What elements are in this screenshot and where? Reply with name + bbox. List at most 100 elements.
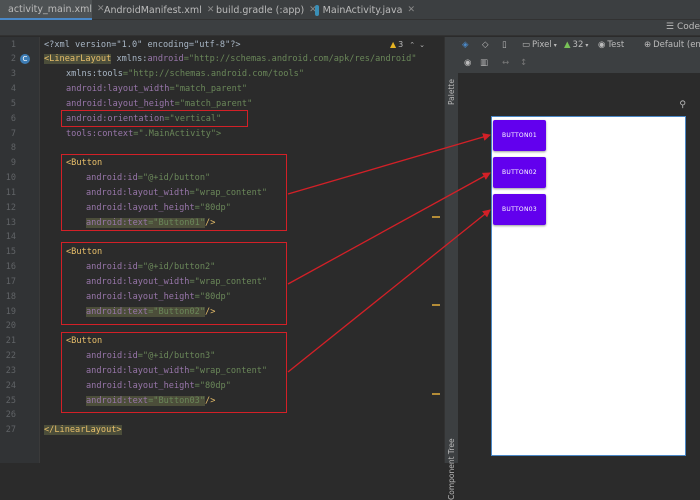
line-number: 12: [5, 203, 16, 213]
layers-icon[interactable]: ◈: [462, 40, 469, 50]
class-gutter-icon[interactable]: C: [20, 54, 30, 64]
attr-name: android:layout_height: [86, 292, 195, 302]
scroll-marker: [432, 304, 440, 306]
eye-icon[interactable]: ◉: [464, 58, 471, 68]
attr-name: android:text: [86, 396, 149, 406]
tab-main-activity[interactable]: MainActivity.java ✕: [315, 0, 415, 20]
theme-icon: ◉: [598, 40, 606, 50]
warning-icon: ▲: [390, 40, 397, 49]
tools-namespace-attr: xmlns:tools: [66, 69, 123, 79]
line-number: 21: [5, 336, 16, 346]
device-preview-screen[interactable]: BUTTON01 BUTTON02 BUTTON03: [491, 116, 686, 456]
line-number: 5: [10, 99, 16, 109]
line-number: 4: [10, 84, 16, 94]
code-line-6: android:orientation="vertical": [66, 112, 221, 126]
device-label: Pixel: [532, 40, 552, 50]
line-number: 2: [10, 54, 16, 64]
vertical-resize-icon[interactable]: ↕: [520, 58, 527, 68]
grid-icon[interactable]: ▥: [480, 58, 488, 68]
line-number: 25: [5, 396, 16, 406]
wrench-icon[interactable]: ⚲: [679, 100, 686, 110]
preview-button-3[interactable]: BUTTON03: [493, 194, 546, 225]
attr-name: android:id: [86, 262, 138, 272]
attr-name: android:layout_width: [66, 84, 170, 94]
code-line-2: <LinearLayout xmlns:android="http://sche…: [44, 52, 417, 66]
tab-build-gradle[interactable]: build.gradle (:app) ✕: [212, 0, 317, 20]
warning-indicator[interactable]: ▲ 3 ⌃ ⌄: [390, 40, 425, 49]
attr-value: ="vertical": [164, 114, 222, 124]
linearlayout-open-tag: <LinearLayout: [44, 54, 112, 64]
attr-name: android:layout_width: [86, 277, 190, 287]
attr-value: ="@+id/button": [137, 173, 211, 183]
locale-selector[interactable]: ⊕ Default (en-: [644, 40, 700, 50]
tab-activity-main[interactable]: activity_main.xml ✕: [0, 0, 105, 20]
code-line-19: android:layout_height="80dp": [86, 290, 231, 304]
code-line-25: android:layout_height="80dp": [86, 379, 231, 393]
tab-android-manifest[interactable]: AndroidManifest.xml ✕: [100, 0, 214, 20]
globe-icon: ⊕: [644, 40, 652, 50]
line-number-gutter: 1 2 3 4 5 6 7 8 9 10 11 12 13 14 15 16 17 18 19 20 21 22 23 24 2…: [0, 37, 40, 463]
code-editor[interactable]: <?xml version="1.0" encoding="utf-8"?> <…: [40, 37, 440, 463]
line-number: 10: [5, 173, 16, 183]
code-line-14: android:text="Button01"/>: [86, 216, 215, 230]
code-line-18: android:layout_width="wrap_content": [86, 275, 267, 289]
code-view-icon: ☰: [665, 22, 674, 32]
code-mode-label: Code: [676, 22, 700, 32]
editor-mode-bar: ☰ Code: [0, 20, 700, 36]
palette-tab[interactable]: Palette: [447, 79, 456, 105]
locale-label: Default (en-: [653, 40, 700, 50]
attr-value: ="Button02": [148, 307, 206, 317]
chevron-down-icon[interactable]: ⌄: [419, 41, 425, 49]
blueprint-icon[interactable]: ◇: [482, 40, 489, 50]
line-number: 15: [5, 247, 16, 257]
attr-value: ="80dp": [194, 292, 231, 302]
theme-selector[interactable]: ◉ Test: [598, 40, 624, 50]
self-close-tag: />: [205, 396, 216, 406]
design-side-strip: Palette Component Tree: [444, 37, 458, 500]
component-tree-tab[interactable]: Component Tree: [447, 438, 456, 500]
editor-scrollbar[interactable]: [428, 37, 440, 463]
attr-name: android:layout_height: [86, 203, 195, 213]
scroll-marker: [432, 393, 440, 395]
line-number: 18: [5, 292, 16, 302]
self-close-tag: />: [205, 307, 216, 317]
device-selector[interactable]: ▭ Pixel ▾: [522, 40, 557, 50]
line-number: 9: [10, 158, 16, 168]
line-number: 16: [5, 262, 16, 272]
java-class-icon: [315, 4, 319, 16]
preview-button-1[interactable]: BUTTON01: [493, 120, 546, 151]
chevron-up-icon[interactable]: ⌃: [409, 41, 415, 49]
button-open-tag: <Button: [66, 336, 103, 346]
code-mode-button[interactable]: ☰ Code: [666, 22, 700, 32]
close-icon[interactable]: ✕: [407, 5, 415, 15]
line-number: 11: [5, 188, 16, 198]
line-number: 8: [10, 143, 16, 153]
line-number: 27: [5, 425, 16, 435]
attr-value: ="Button01": [148, 218, 206, 228]
self-close-tag: />: [205, 218, 216, 228]
scroll-marker: [432, 216, 440, 218]
line-number: 20: [5, 321, 16, 331]
code-line-27: </LinearLayout>: [44, 423, 122, 437]
code-line-7: tools:context=".MainActivity">: [66, 127, 221, 141]
dropdown-icon: ▾: [553, 41, 557, 49]
code-line-11: android:id="@+id/button": [86, 171, 210, 185]
attr-name: android:layout_width: [86, 188, 190, 198]
attr-value: ="80dp": [194, 381, 231, 391]
line-number: 7: [10, 129, 16, 139]
attr-value: ="wrap_content": [189, 277, 268, 287]
line-number: 13: [5, 218, 16, 228]
attr-value: ="match_parent": [174, 99, 253, 109]
attr-name: android:layout_height: [86, 381, 195, 391]
attr-name: tools:context: [66, 129, 134, 139]
line-number: 24: [5, 381, 16, 391]
preview-button-2[interactable]: BUTTON02: [493, 157, 546, 188]
orientation-icon[interactable]: ▯: [502, 40, 507, 50]
line-number: 14: [5, 232, 16, 242]
attr-value: ="wrap_content": [189, 188, 268, 198]
horizontal-resize-icon[interactable]: ↔: [502, 58, 509, 68]
api-selector[interactable]: ▲ 32 ▾: [564, 40, 588, 50]
editor-tab-bar: activity_main.xml ✕ AndroidManifest.xml …: [0, 0, 700, 20]
button-open-tag: <Button: [66, 247, 103, 257]
code-line-4: android:layout_width="match_parent": [66, 82, 247, 96]
